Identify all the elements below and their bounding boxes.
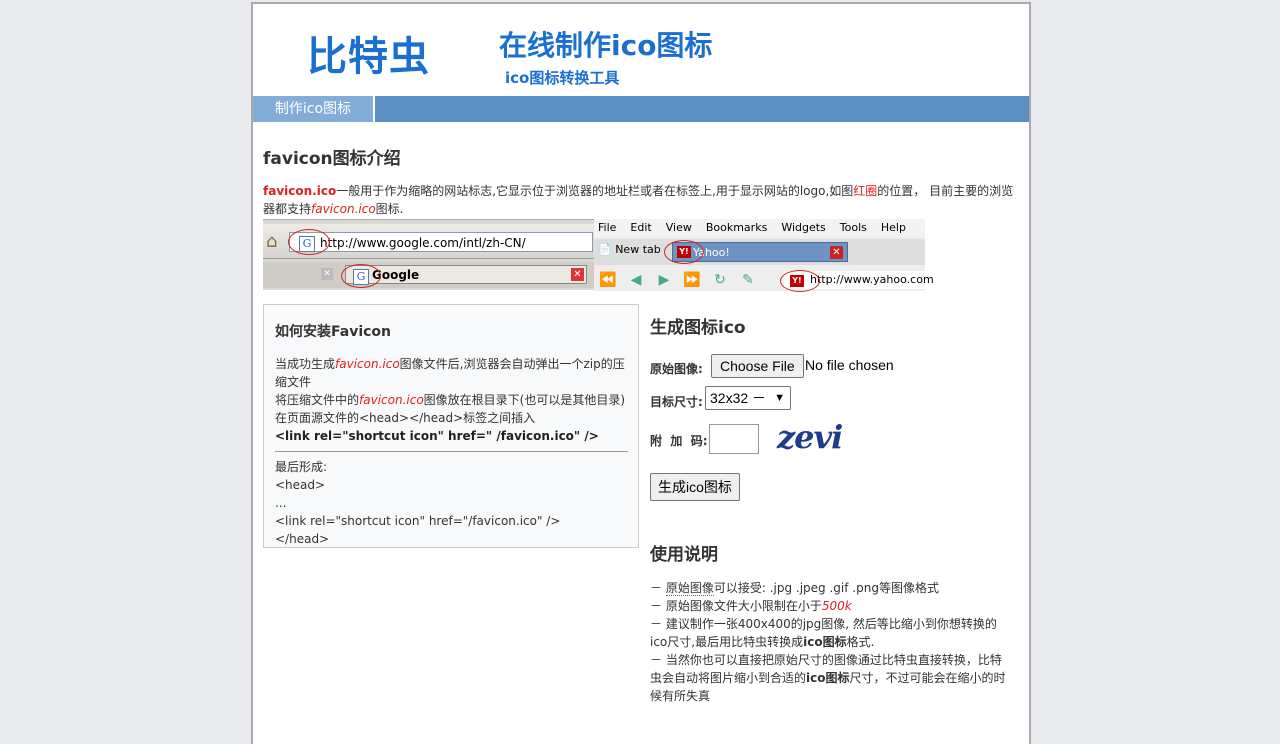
final-code-1: <head>: [275, 478, 326, 492]
source-image-label: 原始图像:: [650, 362, 703, 376]
install-favicon-box: 如何安装Favicon 当成功生成favicon.ico图像文件后,浏览器会自动…: [263, 304, 639, 548]
rewind-icon: ⏪: [599, 272, 617, 288]
intro-text-3: 图标.: [375, 202, 404, 216]
install-code-snippet: <link rel="shortcut icon" href=" /favico…: [275, 429, 599, 443]
divider: [275, 451, 628, 452]
site-subtitle: ico图标转换工具: [505, 69, 620, 87]
usage-heading: 使用说明: [650, 545, 718, 565]
nav-tab-make-ico[interactable]: 制作ico图标: [253, 96, 375, 122]
intro-favicon-term-2: favicon.ico: [311, 202, 376, 216]
menu-bookmarks: Bookmarks: [705, 221, 768, 234]
google-tab: Google ✕: [345, 265, 587, 284]
intro-paragraph: favicon.ico一般用于作为缩略的网站标志,它显示位于浏览器的地址栏或者在…: [263, 182, 1023, 218]
close-icon: ✕: [321, 268, 333, 280]
usage-item-1: － 原始图像可以接受: .jpg .jpeg .gif .png等图像格式: [650, 581, 939, 596]
red-circle-highlight: [288, 229, 330, 255]
target-size-label: 目标尺寸:: [650, 395, 703, 409]
illustration-yahoo-browser: File Edit View Bookmarks Widgets Tools Help 📄 …: [594, 219, 934, 292]
final-code-2: ...: [275, 496, 287, 510]
close-tab-icon: ✕: [571, 268, 584, 281]
menu-file: File: [598, 221, 617, 234]
menu-help: Help: [880, 221, 906, 234]
install-step-3: 在页面源文件的<head></head>标签之间插入: [275, 411, 536, 425]
final-label: 最后形成:: [275, 460, 328, 474]
captcha-image[interactable]: zevi: [777, 418, 843, 456]
install-step-2: 将压缩文件中的favicon.ico图像放在根目录下(也可以是其他目录): [275, 393, 626, 407]
site-logo[interactable]: 比特虫: [307, 24, 430, 82]
nav-bar: 制作ico图标: [253, 96, 1029, 122]
intro-text: 一般用于作为缩略的网站标志,它显示位于浏览器的地址栏或者在标签上,用于显示网站的…: [336, 184, 854, 198]
intro-favicon-term: favicon.ico: [263, 184, 337, 198]
usage-list: － 原始图像可以接受: .jpg .jpeg .gif .png等图像格式 － …: [650, 579, 1010, 705]
intro-heading: favicon图标介绍: [263, 149, 401, 169]
install-step-1: 当成功生成favicon.ico图像文件后,浏览器会自动弹出一个zip的压缩文件: [275, 357, 625, 389]
menu-edit: Edit: [630, 221, 652, 234]
menu-view: View: [665, 221, 692, 234]
captcha-input[interactable]: [709, 424, 759, 454]
close-tab-icon: ✕: [830, 246, 843, 259]
page-container: 比特虫 在线制作ico图标 ico图标转换工具 制作ico图标 favicon图…: [251, 2, 1031, 744]
chevron-down-icon: ▼: [774, 392, 785, 404]
target-size-value: 32x32 －: [710, 390, 767, 406]
install-heading: 如何安装Favicon: [275, 324, 391, 340]
browser-tab-bar: 📄 New tab Yahoo! ✕ Y!: [594, 239, 925, 265]
usage-item-3: － 建议制作一张400x400的jpg图像, 然后等比缩小到你想转换的ico尺寸…: [650, 617, 997, 649]
red-circle-highlight-4: [780, 270, 820, 292]
illustration-google-browser: ⌂ http://www.google.com/intl/zh-CN/ G ✕ …: [263, 219, 594, 290]
red-circle-highlight-2: [341, 264, 381, 288]
no-file-text: No file chosen: [805, 357, 894, 373]
menu-widgets: Widgets: [781, 221, 826, 234]
address-bar-area: ⌂ http://www.google.com/intl/zh-CN/ G: [263, 224, 594, 259]
usage-item-4: － 当然你也可以直接把原始尺寸的图像通过比特虫直接转换，比特虫会自动将图片缩小到…: [650, 653, 1006, 703]
browser-menu-bar: File Edit View Bookmarks Widgets Tools Help: [594, 219, 925, 237]
edit-icon: ✎: [742, 272, 754, 288]
home-icon: ⌂: [266, 231, 278, 252]
site-title: 在线制作ico图标: [499, 29, 713, 62]
generate-ico-button[interactable]: 生成ico图标: [650, 473, 740, 501]
menu-tools: Tools: [839, 221, 867, 234]
final-code-3: <link rel="shortcut icon" href="/favicon…: [275, 514, 561, 528]
google-url-field: http://www.google.com/intl/zh-CN/: [289, 232, 593, 252]
reload-icon: ↻: [714, 272, 726, 288]
choose-file-button[interactable]: Choose File: [711, 354, 804, 378]
final-code-4: </head>: [275, 532, 330, 546]
forward-icon: ▶: [658, 272, 670, 288]
new-tab-label: 📄 New tab: [598, 243, 661, 256]
google-tab-row: ✕ Google ✕ G: [263, 262, 594, 288]
captcha-label: 附 加 码:: [650, 434, 708, 448]
intro-red-circle-term: 红圈: [853, 184, 878, 198]
target-size-select[interactable]: 32x32 － ▼: [705, 386, 791, 410]
back-icon: ◀: [630, 272, 642, 288]
red-circle-highlight-3: [664, 240, 704, 264]
generate-heading: 生成图标ico: [650, 318, 746, 338]
fast-forward-icon: ⏩: [683, 272, 701, 288]
usage-item-2: － 原始图像文件大小限制在小于500k: [650, 599, 852, 613]
